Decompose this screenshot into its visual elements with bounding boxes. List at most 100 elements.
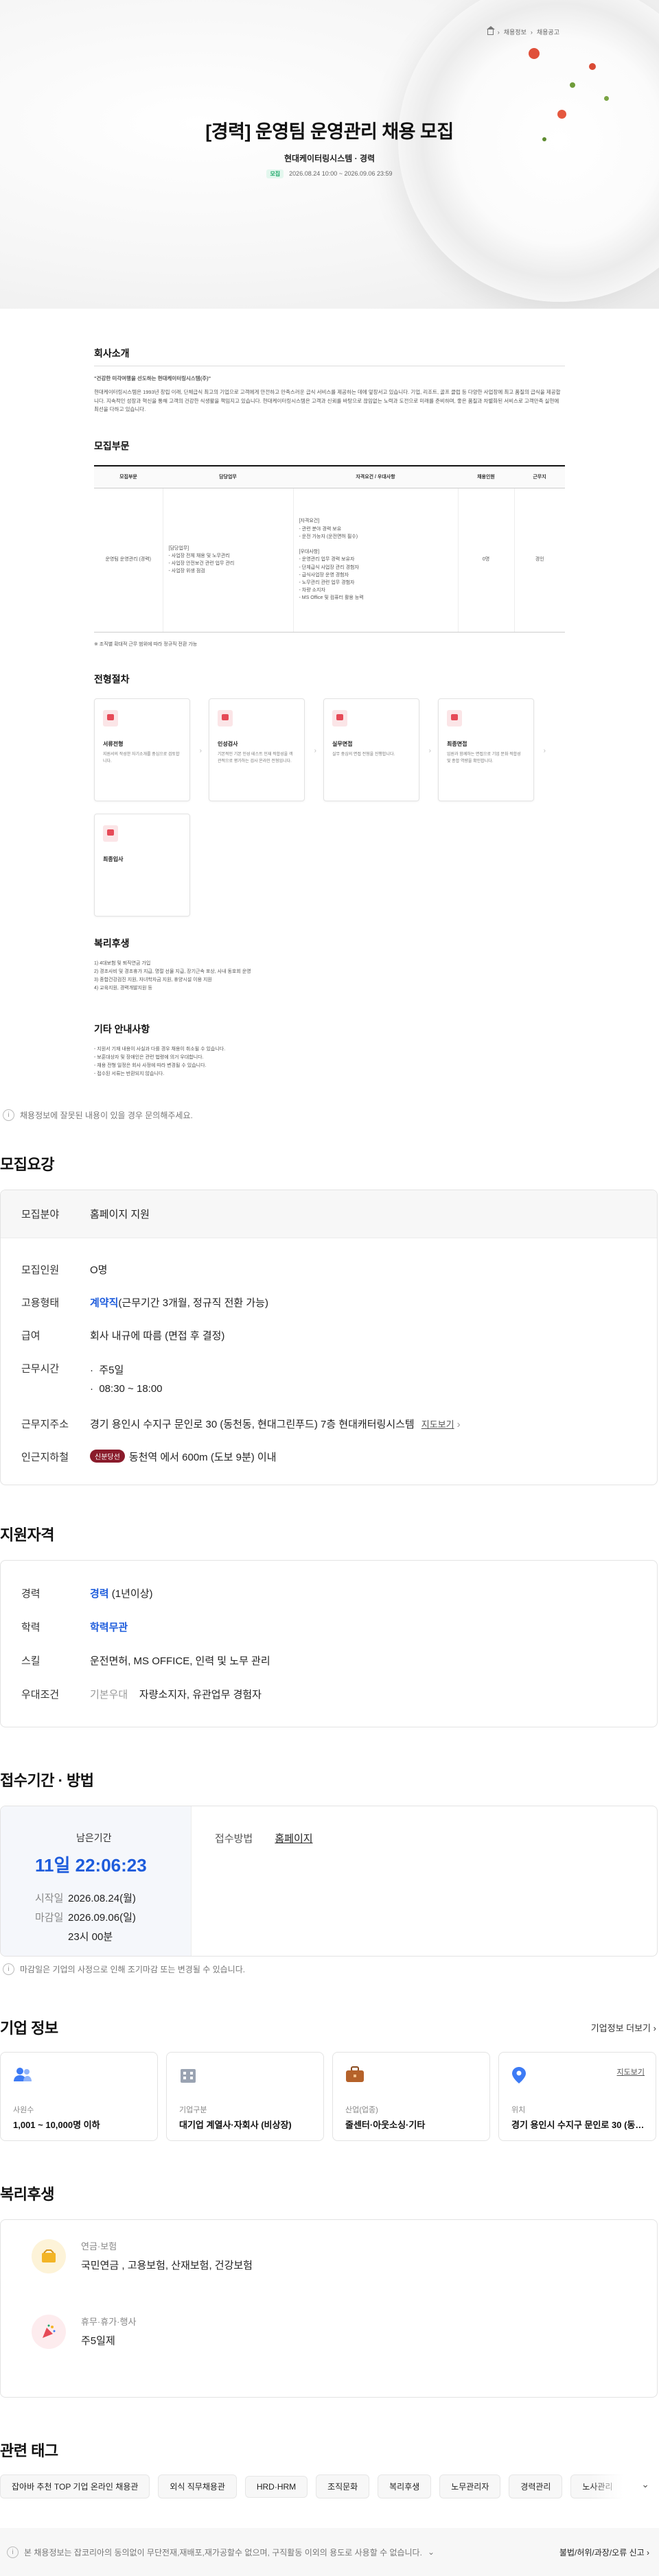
chevron-down-icon[interactable]: ⌄ (641, 2479, 649, 2490)
building-icon (181, 2069, 196, 2083)
chevron-right-icon: › (199, 747, 202, 755)
party-icon (32, 2315, 66, 2349)
req-value: · 주5일 · 08:30 ~ 18:00 (90, 1364, 163, 1395)
step-name: 실무면접 (332, 741, 353, 747)
map-link[interactable]: 지도보기 (421, 1419, 454, 1430)
step-name: 인성검사 (218, 741, 238, 747)
map-link[interactable]: 지도보기 (617, 2066, 645, 2077)
tag-chip[interactable]: 노무관리자 (439, 2474, 501, 2498)
station-text: 동천역 에서 600m (도보 9분) 이내 (128, 1452, 277, 1463)
info-icon: i (3, 1963, 14, 1975)
tag-chip[interactable]: 잡아바 추천 TOP 기업 온라인 채용관 (0, 2474, 150, 2498)
req-label: 경력 (21, 1588, 41, 1600)
status-badge: 모집 (266, 169, 284, 178)
table-cell: 경인 (514, 488, 565, 633)
apply-period-box: 남은기간 11일 22:06:23 시작일 2026.08.24(월) 마감일 20… (1, 1806, 192, 1956)
process-steps: 서류전형 지원서의 작성한 자기소개를 중심으로 검토합니다. › 인성검사 기… (94, 698, 565, 917)
process-step: 최종면접 임원과 함께하는 면접으로 기업 문화 적합성 및 종합 역량을 확인… (438, 698, 546, 801)
end-time: 23시 00분 (68, 1930, 113, 1943)
welfare-section: 복리후생 연금·보험 국민연금 , 고용보험, 산재보험, 건강보험 휴무·휴가… (0, 2182, 659, 2398)
chevron-right-icon: › (647, 2547, 649, 2557)
etc-item: - 지원서 기재 내용이 사실과 다를 경우 채용이 취소될 수 있습니다. (94, 1047, 226, 1052)
footer-text: 본 채용정보는 잡코리아의 동의없이 무단전재,재배포,재가공할수 없으며, 구… (24, 2547, 422, 2557)
breadcrumb-item[interactable]: 채용공고 (537, 27, 559, 36)
req-label: 모집인원 (21, 1264, 60, 1276)
tomato-garnish (589, 63, 596, 70)
job-title: [경력] 운영팀 운영관리 채용 모집 (205, 121, 454, 142)
req-value: 홈페이지 지원 (90, 1209, 150, 1220)
apply-method-box: 접수방법 홈페이지 (192, 1806, 657, 1956)
work-days: 주5일 (99, 1364, 124, 1376)
tag-chip[interactable]: 경력관리 (509, 2474, 563, 2498)
tag-chip[interactable]: 외식 직무채용관 (158, 2474, 237, 2498)
req-value: 기본우대 자량소지자, 유관업무 경험자 (90, 1687, 262, 1701)
tag-chip[interactable]: 복리후생 (378, 2474, 432, 2498)
info-icon: i (7, 2546, 19, 2558)
section-title: 복리후생 (0, 2186, 54, 2203)
interview-icon (332, 710, 347, 726)
tag-chip[interactable]: 조직문화 (316, 2474, 370, 2498)
req-value: O명 (90, 1264, 108, 1276)
table-header: 담당업무 (163, 465, 293, 488)
report-link[interactable]: 불법/허위/과장/오류 신고 › (559, 2547, 649, 2558)
table-header: 자격요건 / 우대사항 (293, 465, 458, 488)
section-title: 기타 안내사항 (94, 1024, 150, 1035)
plate-image (398, 0, 659, 302)
table-cell: 0명 (458, 488, 515, 633)
address-text: 경기 용인시 수지구 문인로 30 (동천동, 현대그린푸드) 7층 현대캐터링… (90, 1419, 415, 1430)
req-value: 경력 (1년이상) (90, 1586, 153, 1600)
company-card: 사원수 1,001 ~ 10,000명 이하 (0, 2052, 158, 2141)
apply-method-link[interactable]: 홈페이지 (275, 1833, 312, 1845)
hire-icon (103, 825, 118, 842)
chevron-down-icon[interactable]: ⌄ (428, 2547, 435, 2557)
chevron-right-icon: › (456, 1419, 461, 1430)
end-label: 마감일 (35, 1911, 64, 1924)
req-value: 운전면허, MS OFFICE, 인력 및 노무 관리 (90, 1655, 270, 1667)
step-desc: 실무 중심의 면접 전형을 진행합니다. (332, 753, 395, 757)
process-step: 인성검사 기본적인 기본 인성 테스트 인재 적합성을 객관적으로 평가하는 검… (209, 698, 316, 801)
pref-text: 자량소지자, 유관업무 경험자 (139, 1689, 262, 1701)
intro-heading: "건강한 미각여행을 선도하는 현대케이터링시스템(주)" (94, 375, 211, 381)
info-icon: i (3, 1109, 14, 1121)
step-name: 서류전형 (103, 741, 124, 747)
career-type: 경력 (90, 1588, 109, 1600)
step-desc: 기본적인 기본 인성 테스트 인재 적합성을 객관적으로 평가하는 검사 온라인… (218, 753, 293, 764)
req-value: 신분당선 동천역 에서 600m (도보 9분) 이내 (90, 1450, 277, 1464)
breadcrumb-item[interactable]: 채용정보 (504, 27, 527, 36)
tag-chip[interactable]: HRD·HRM (244, 2476, 308, 2498)
req-label: 스킬 (21, 1655, 41, 1667)
note-text: 마감일은 기업의 사정으로 인해 조기마감 또는 변경될 수 있습니다. (20, 1965, 246, 1974)
section-title: 모집요강 (0, 1156, 54, 1173)
card-label: 기업구분 (179, 2106, 207, 2114)
home-icon[interactable] (486, 25, 495, 35)
card-label: 산업(업종) (345, 2106, 378, 2114)
etc-item: - 보훈대상자 및 장애인은 관련 법령에 의거 우대합니다. (94, 1054, 204, 1060)
company-info-section: 기업 정보 기업정보 더보기 › 사원수 1,001 ~ 10,000명 이하 … (0, 2016, 659, 2141)
interview-icon (447, 710, 462, 726)
req-label: 급여 (21, 1330, 41, 1342)
section-title: 관련 태그 (0, 2442, 58, 2459)
step-name: 최종면접 (447, 741, 467, 747)
start-label: 시작일 (35, 1893, 64, 1904)
req-value: 학력무관 (90, 1622, 128, 1633)
req-label: 모집분야 (21, 1209, 60, 1220)
benefit-item: 1) 4대보험 및 퇴직연금 가입 (94, 961, 151, 966)
table-header: 모집부문 (94, 465, 163, 488)
insurance-icon (32, 2239, 66, 2273)
section-title: 지원자격 (0, 1526, 54, 1544)
period-text: 2026.08.24 10:00 ~ 2026.09.06 23:59 (289, 170, 393, 177)
card-value: 1,001 ~ 10,000명 이하 (13, 2120, 100, 2130)
table-note: ※ 조직별 확대적 근무 범위에 따라 정규직 전환 가능 (94, 641, 198, 647)
section-title: 모집부문 (94, 440, 130, 451)
remain-label: 남은기간 (76, 1832, 112, 1843)
card-label: 위치 (511, 2106, 526, 2114)
req-value: 경기 용인시 수지구 문인로 30 (동천동, 현대그린푸드) 7층 현대캐터링… (90, 1417, 461, 1431)
remain-countdown: 11일 22:06:23 (35, 1855, 147, 1876)
welfare-value: 주5일제 (81, 2335, 115, 2347)
breadcrumb: › 채용정보 › 채용공고 (486, 25, 559, 36)
company-more-link[interactable]: 기업정보 더보기 › (591, 2021, 656, 2034)
req-value: 계약직(근무기간 3개월, 정규직 전환 가능) (90, 1295, 268, 1310)
recruit-period: 모집 2026.08.24 10:00 ~ 2026.09.06 23:59 (0, 169, 659, 178)
notice-text[interactable]: 채용정보에 잘못된 내용이 있을 경우 문의해주세요. (20, 1109, 193, 1121)
chevron-right-icon: › (653, 2022, 656, 2033)
